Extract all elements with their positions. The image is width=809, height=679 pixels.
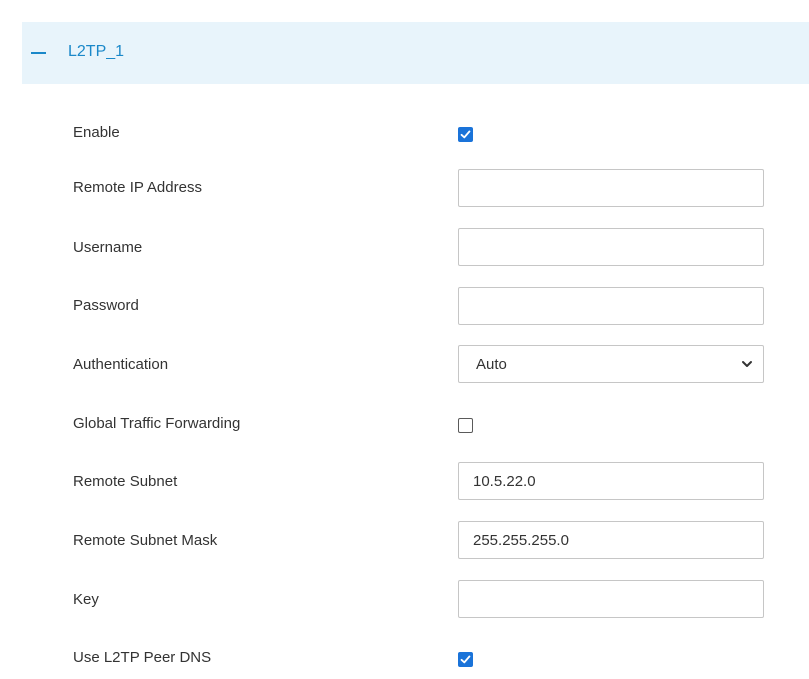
- remote-ip-row: Remote IP Address: [22, 166, 809, 210]
- username-label: Username: [73, 239, 143, 256]
- use-peer-dns-checkbox[interactable]: [458, 652, 473, 667]
- remote-subnet-input[interactable]: [458, 462, 764, 500]
- chevron-down-icon: [742, 361, 752, 367]
- use-peer-dns-label: Use L2TP Peer DNS: [73, 649, 212, 666]
- password-label: Password: [73, 297, 139, 314]
- check-icon: [460, 130, 471, 139]
- panel-title: L2TP_1: [68, 43, 125, 60]
- authentication-select[interactable]: Auto: [458, 345, 764, 383]
- authentication-value: Auto: [476, 356, 507, 373]
- key-row: Key: [22, 577, 809, 621]
- username-input[interactable]: [458, 228, 764, 266]
- panel-header[interactable]: L2TP_1: [22, 22, 809, 84]
- global-traffic-forwarding-label: Global Traffic Forwarding: [73, 415, 241, 432]
- global-traffic-forwarding-row: Global Traffic Forwarding: [22, 401, 809, 445]
- remote-subnet-mask-label: Remote Subnet Mask: [73, 532, 218, 549]
- authentication-label: Authentication: [73, 356, 169, 373]
- check-icon: [460, 655, 471, 664]
- enable-row: Enable: [22, 112, 809, 156]
- use-peer-dns-row: Use L2TP Peer DNS: [22, 635, 809, 679]
- remote-ip-input[interactable]: [458, 169, 764, 207]
- remote-ip-label: Remote IP Address: [73, 179, 202, 196]
- l2tp-panel: L2TP_1 Enable Remote IP Address Username…: [22, 8, 809, 673]
- remote-subnet-mask-row: Remote Subnet Mask: [22, 518, 809, 562]
- enable-checkbox[interactable]: [458, 127, 473, 142]
- remote-subnet-mask-input[interactable]: [458, 521, 764, 559]
- key-label: Key: [73, 591, 99, 608]
- minus-icon[interactable]: [31, 52, 46, 54]
- authentication-row: Authentication Auto: [22, 342, 809, 386]
- key-input[interactable]: [458, 580, 764, 618]
- global-traffic-forwarding-checkbox[interactable]: [458, 418, 473, 433]
- password-row: Password: [22, 284, 809, 328]
- username-row: Username: [22, 225, 809, 269]
- remote-subnet-row: Remote Subnet: [22, 459, 809, 503]
- remote-subnet-label: Remote Subnet: [73, 473, 178, 490]
- password-input[interactable]: [458, 287, 764, 325]
- enable-label: Enable: [73, 124, 120, 141]
